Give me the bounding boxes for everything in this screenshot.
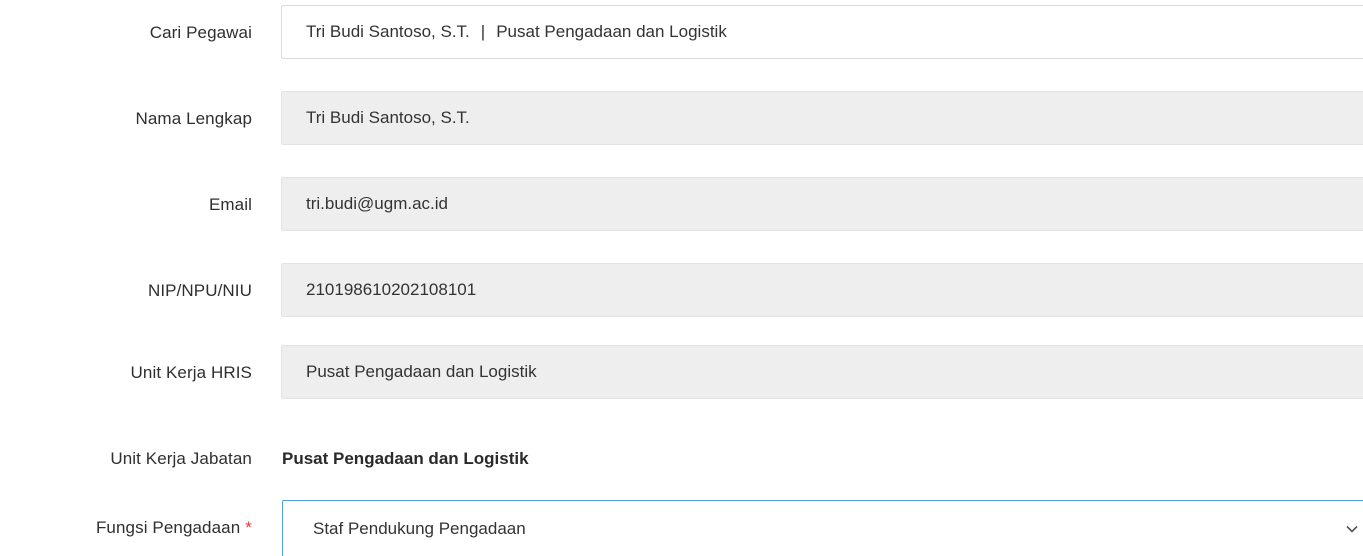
fungsi-pengadaan-label: Fungsi Pengadaan *: [96, 500, 252, 556]
cari-pegawai-label: Cari Pegawai: [149, 23, 252, 42]
fungsi-pengadaan-label-text: Fungsi Pengadaan: [95, 518, 241, 537]
unit-kerja-hris-field: Pusat Pengadaan dan Logistik: [281, 345, 1363, 399]
row-email: Email tri.budi@ugm.ac.id: [0, 177, 1363, 233]
unit-kerja-jabatan-label: Unit Kerja Jabatan: [110, 449, 252, 468]
cari-pegawai-input[interactable]: Tri Budi Santoso, S.T. | Pusat Pengadaan d…: [281, 5, 1363, 59]
cari-pegawai-name: Tri Budi Santoso, S.T.: [306, 22, 470, 41]
unit-kerja-jabatan-value: Pusat Pengadaan dan Logistik: [282, 449, 529, 468]
nip-label: NIP/NPU/NIU: [147, 281, 252, 300]
unit-kerja-hris-label: Unit Kerja HRIS: [130, 363, 252, 382]
row-nip: NIP/NPU/NIU 210198610202108101: [0, 263, 1363, 319]
cari-pegawai-separator: |: [480, 22, 486, 41]
nama-lengkap-label: Nama Lengkap: [135, 109, 252, 128]
email-field: tri.budi@ugm.ac.id: [281, 177, 1363, 231]
fungsi-pengadaan-selected: Staf Pendukung Pengadaan: [313, 519, 526, 538]
nama-lengkap-field: Tri Budi Santoso, S.T.: [281, 91, 1363, 145]
fungsi-pengadaan-select[interactable]: Staf Pendukung Pengadaan: [282, 500, 1363, 556]
nip-field: 210198610202108101: [281, 263, 1363, 317]
employee-form: Cari Pegawai Tri Budi Santoso, S.T. | Pusa…: [0, 0, 1363, 556]
row-cari-pegawai: Cari Pegawai Tri Budi Santoso, S.T. | Pusa…: [0, 5, 1363, 61]
cari-pegawai-unit: Pusat Pengadaan dan Logistik: [496, 22, 727, 41]
row-fungsi-pengadaan: Fungsi Pengadaan * Staf Pendukung Pengada…: [0, 500, 1363, 556]
row-unit-kerja-jabatan: Unit Kerja Jabatan Pusat Pengadaan dan L…: [0, 431, 1363, 487]
row-nama-lengkap: Nama Lengkap Tri Budi Santoso, S.T.: [0, 91, 1363, 147]
email-label: Email: [208, 195, 252, 214]
chevron-down-icon[interactable]: [1346, 500, 1360, 556]
required-indicator: *: [245, 518, 252, 537]
row-unit-kerja-hris: Unit Kerja HRIS Pusat Pengadaan dan Logi…: [0, 345, 1363, 401]
